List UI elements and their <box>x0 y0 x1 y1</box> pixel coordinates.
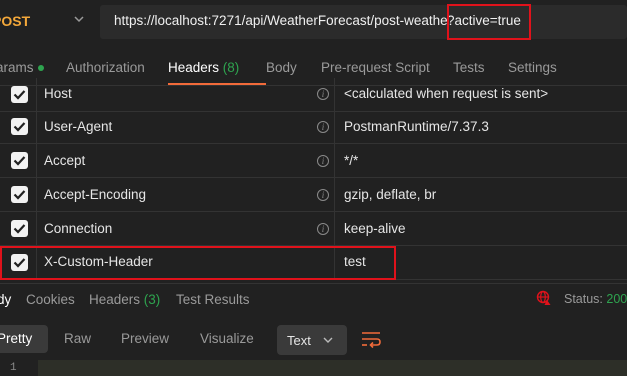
header-enabled-checkbox[interactable] <box>11 220 28 237</box>
chevron-down-icon[interactable] <box>72 12 86 26</box>
header-value[interactable]: keep-alive <box>344 221 406 236</box>
custom-header-highlight-box <box>0 246 396 280</box>
header-key[interactable]: Accept <box>44 153 85 168</box>
header-row: User-Agent i PostmanRuntime/7.37.3 <box>0 110 627 144</box>
header-row: Host i <calculated when request is sent> <box>0 78 627 112</box>
network-globe-icon[interactable] <box>536 290 552 306</box>
tab-response-headers-label: Headers <box>89 292 141 307</box>
line-number: 1 <box>10 362 17 374</box>
response-type-label: Text <box>287 333 311 348</box>
header-value[interactable]: PostmanRuntime/7.37.3 <box>344 119 489 134</box>
header-key[interactable]: User-Agent <box>44 119 112 134</box>
info-icon[interactable]: i <box>317 121 329 133</box>
header-enabled-checkbox[interactable] <box>11 118 28 135</box>
format-preview-button[interactable]: Preview <box>121 331 169 346</box>
tab-authorization[interactable]: Authorization <box>66 60 145 75</box>
tab-prerequest-script[interactable]: Pre-request Script <box>321 60 430 75</box>
format-pretty-button[interactable]: Pretty <box>0 331 32 346</box>
header-enabled-checkbox[interactable] <box>11 186 28 203</box>
http-method-select[interactable]: POST <box>0 13 30 29</box>
status-label: Status: <box>564 292 603 306</box>
tab-response-headers[interactable]: Headers (3) <box>89 292 160 307</box>
tab-settings[interactable]: Settings <box>508 60 557 75</box>
params-indicator-dot <box>37 65 44 72</box>
status-code: 200 <box>606 292 627 306</box>
tab-test-results[interactable]: Test Results <box>176 292 250 307</box>
format-raw-button[interactable]: Raw <box>64 331 91 346</box>
tab-headers[interactable]: Headers (8) <box>168 60 239 75</box>
current-line-highlight <box>38 360 627 376</box>
url-path: https://localhost:7271/api/WeatherForeca… <box>114 13 447 28</box>
tab-body[interactable]: Body <box>266 60 297 75</box>
header-enabled-checkbox[interactable] <box>11 152 28 169</box>
tab-response-body[interactable]: dy <box>0 292 11 307</box>
editor-gutter <box>0 360 38 376</box>
tab-headers-count: (8) <box>222 60 240 75</box>
header-value[interactable]: <calculated when request is sent> <box>344 86 548 101</box>
header-key[interactable]: Accept-Encoding <box>44 187 146 202</box>
query-highlight-box <box>447 4 531 40</box>
tab-params-label: arams <box>0 60 34 75</box>
info-icon[interactable]: i <box>317 223 329 235</box>
header-value[interactable]: */* <box>344 153 358 168</box>
tab-tests[interactable]: Tests <box>453 60 485 75</box>
wrap-lines-icon[interactable] <box>360 329 382 349</box>
tab-params[interactable]: arams <box>0 60 44 75</box>
header-key[interactable]: Host <box>44 86 72 101</box>
info-icon[interactable]: i <box>317 155 329 167</box>
header-row: Connection i keep-alive <box>0 212 627 246</box>
header-row: Accept-Encoding i gzip, deflate, br <box>0 178 627 212</box>
info-icon[interactable]: i <box>317 189 329 201</box>
header-value[interactable]: gzip, deflate, br <box>344 187 436 202</box>
info-icon[interactable]: i <box>317 88 329 100</box>
chevron-down-icon <box>323 337 333 343</box>
tab-response-headers-count: (3) <box>143 292 161 307</box>
format-visualize-button[interactable]: Visualize <box>200 331 254 346</box>
tab-headers-label: Headers <box>168 60 220 75</box>
header-enabled-checkbox[interactable] <box>11 86 28 103</box>
tab-cookies[interactable]: Cookies <box>26 292 75 307</box>
header-key[interactable]: Connection <box>44 221 112 236</box>
header-row: Accept i */* <box>0 144 627 178</box>
response-status: Status: 200 <box>564 292 627 306</box>
